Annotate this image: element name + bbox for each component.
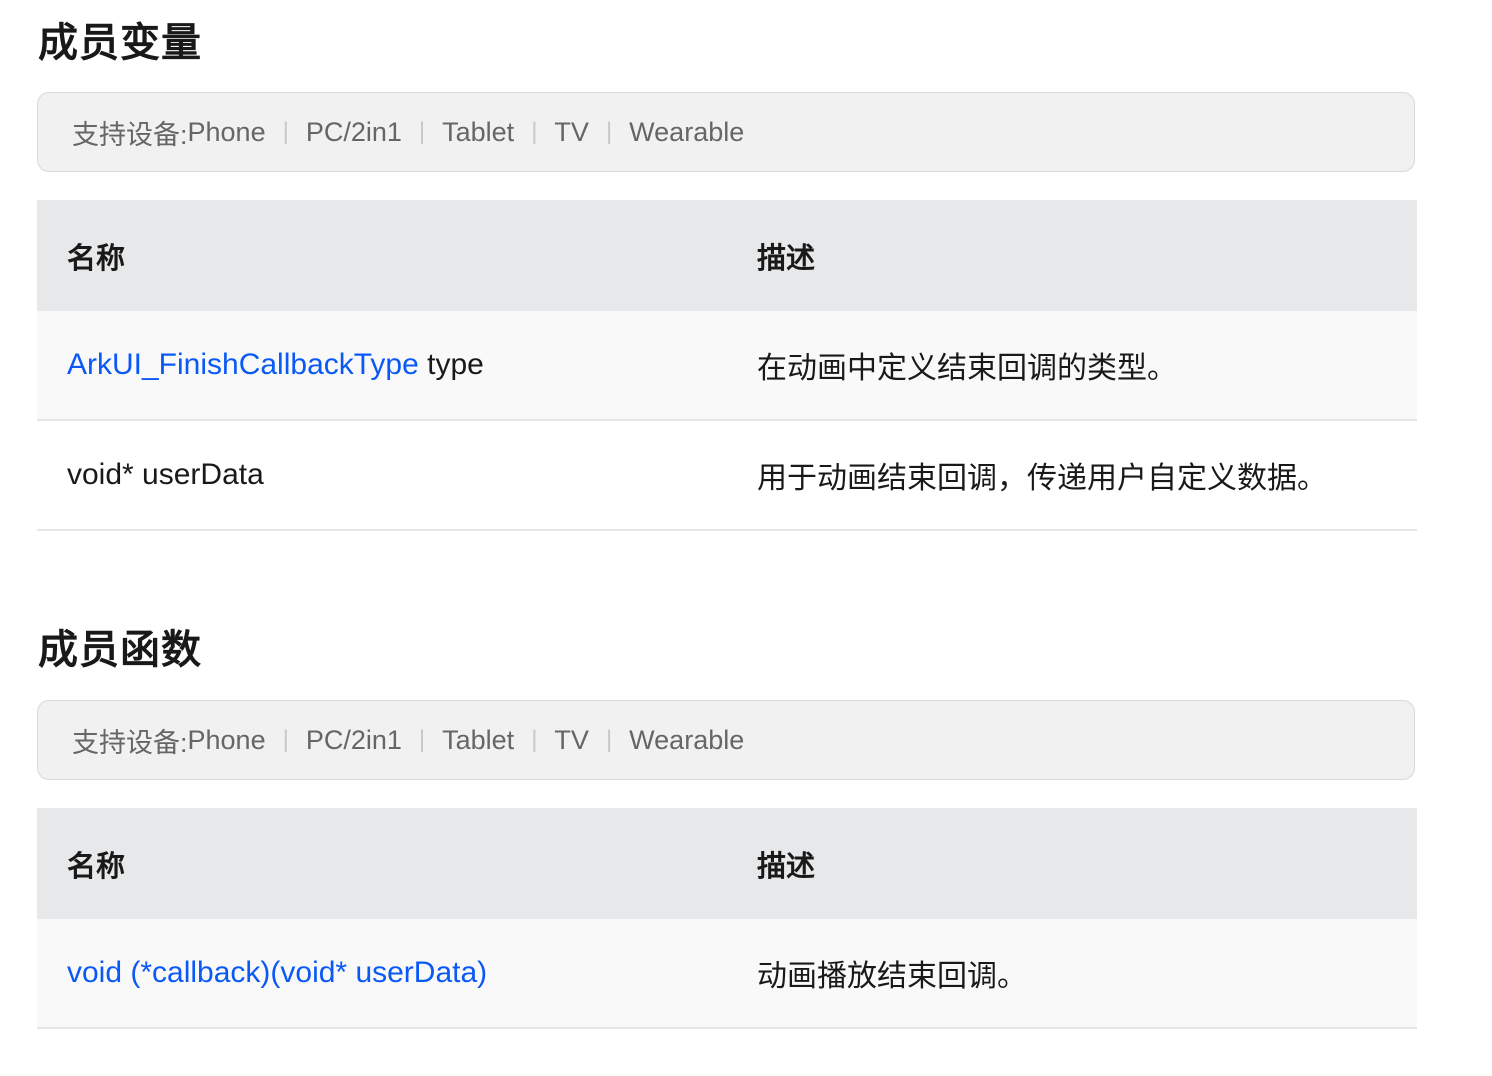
device-separator: | (282, 726, 289, 753)
column-header-description: 描述 (727, 808, 1417, 919)
supported-devices-label: 支持设备: (72, 727, 188, 758)
table-header-row: 名称 描述 (37, 808, 1417, 919)
section-title-member-variables: 成员变量 (38, 21, 202, 65)
device-pc-2in1: PC/2in1 (305, 724, 402, 755)
table-row: void (*callback)(void* userData) 动画播放结束回… (37, 919, 1417, 1029)
device-tablet: Tablet (442, 116, 515, 147)
column-header-name: 名称 (37, 200, 727, 311)
device-separator: | (418, 118, 426, 145)
device-tablet: Tablet (442, 724, 515, 755)
section-title-member-functions: 成员函数 (38, 628, 202, 672)
member-name-cell: ArkUI_FinishCallbackType type (37, 311, 727, 421)
column-header-description: 描述 (727, 200, 1417, 311)
device-separator: | (605, 118, 613, 145)
table-row: void* userData 用于动画结束回调，传递用户自定义数据。 (37, 420, 1417, 531)
function-description-cell: 动画播放结束回调。 (727, 919, 1417, 1029)
member-name-cell: void* userData (37, 420, 727, 531)
supported-devices-box: 支持设备: Phone | PC/2in1 | Tablet | TV | We… (37, 92, 1415, 172)
member-name-text: type (418, 348, 484, 381)
member-functions-table: 名称 描述 void (*callback)(void* userData) 动… (37, 808, 1417, 1029)
callback-link[interactable]: void (*callback)(void* userData) (67, 956, 487, 989)
member-description-cell: 用于动画结束回调，传递用户自定义数据。 (727, 420, 1417, 531)
device-separator: | (418, 726, 426, 753)
device-phone: Phone (187, 116, 266, 147)
supported-devices-label: 支持设备: (72, 119, 188, 150)
member-description-cell: 在动画中定义结束回调的类型。 (727, 311, 1417, 421)
supported-devices-box: 支持设备: Phone | PC/2in1 | Tablet | TV | We… (37, 700, 1415, 780)
device-separator: | (605, 726, 613, 753)
type-link[interactable]: ArkUI_FinishCallbackType (67, 348, 419, 381)
table-header-row: 名称 描述 (37, 200, 1417, 311)
table-row: ArkUI_FinishCallbackType type 在动画中定义结束回调… (37, 311, 1417, 421)
member-variables-table: 名称 描述 ArkUI_FinishCallbackType type 在动画中… (37, 200, 1417, 531)
device-pc-2in1: PC/2in1 (305, 116, 402, 147)
device-wearable: Wearable (629, 724, 745, 755)
device-phone: Phone (187, 724, 266, 755)
device-wearable: Wearable (629, 116, 745, 147)
column-header-name: 名称 (37, 808, 727, 919)
device-separator: | (531, 726, 538, 753)
device-tv: TV (554, 724, 589, 755)
device-separator: | (282, 118, 289, 145)
function-name-cell: void (*callback)(void* userData) (37, 919, 727, 1029)
device-separator: | (531, 118, 538, 145)
device-tv: TV (554, 116, 589, 147)
